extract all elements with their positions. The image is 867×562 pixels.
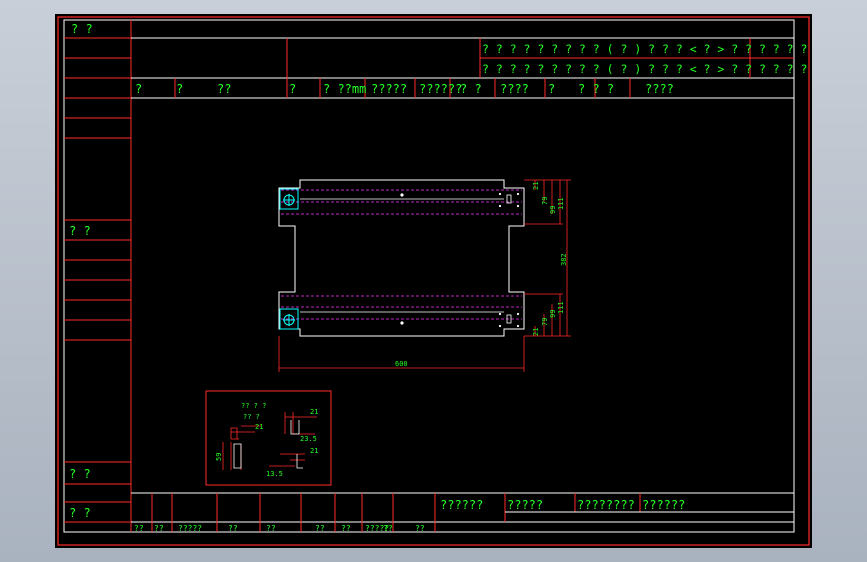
dim-right-top-1: 79	[541, 197, 549, 205]
drawing-sheet: ? ? ? ? ? ? ? ? ? ? ? ? ? ? ? ? ? ( ? ) …	[55, 14, 812, 548]
detail-dim-f: 13.5	[266, 470, 283, 478]
title-block-title-3: ??????	[642, 498, 685, 512]
part-drawing: 600 382 217999 111217999 111	[278, 179, 571, 372]
detail-dim-a: 21	[255, 423, 263, 431]
title-block-title-1: ?????	[507, 498, 543, 512]
title-block-cell-1: ??	[154, 524, 164, 533]
dim-right-top-2: 99	[549, 206, 557, 214]
header-label-6: ??????	[419, 82, 462, 96]
dim-total-height: 382	[560, 253, 568, 266]
header-label-0: ?	[135, 82, 142, 96]
left-strip-mid-label: ? ?	[69, 224, 91, 238]
revision-row-2: ? ? ? ? ? ? ? ? ? ( ? ) ? ? ? < ? > ? ? …	[482, 62, 812, 76]
detail-dim-c: 21	[310, 408, 318, 416]
detail-dim-d: 23.5	[300, 435, 317, 443]
detail-subtitle: ?? ?	[243, 413, 260, 421]
title-block-cell-4: ??	[266, 524, 276, 533]
inner-frame	[63, 19, 795, 533]
header-label-8: ????	[500, 82, 529, 96]
title-block-cell-3: ??	[228, 524, 238, 533]
header-label-11: ????	[645, 82, 674, 96]
header-label-3: ?	[289, 82, 296, 96]
title-block-cell-6: ??	[341, 524, 351, 533]
title-block-cells: ??????????????????????????	[134, 493, 436, 533]
detail-dim-e: 21	[310, 447, 318, 455]
cad-drawing: ? ? ? ? ? ? ? ? ? ? ? ? ? ? ? ? ? ( ? ) …	[57, 16, 812, 546]
detail-view: ?? ? ? ?? ? 21 59 21 23.5 21 13.5	[205, 390, 332, 486]
header-label-5: ?????	[371, 82, 407, 96]
dim-right-top-3: 111	[557, 197, 565, 210]
dim-right-bottom-2: 99	[549, 310, 557, 318]
dim-right-bottom-3: 111	[557, 301, 565, 314]
dim-right-bottom-1: 79	[541, 318, 549, 326]
header-label-9: ?	[548, 82, 555, 96]
frame-outline	[278, 179, 525, 337]
dimension-lines	[278, 179, 571, 372]
left-strip-bottom2-label: ? ?	[69, 506, 91, 520]
title-block-title-2: ????????	[577, 498, 635, 512]
title-block-cell-8: ??	[383, 524, 393, 533]
header-label-7: ? ?	[460, 82, 482, 96]
rail-lines	[300, 198, 504, 313]
header-label-row: ?????? ??mm???????????? ??????? ? ?????	[135, 82, 674, 96]
dim-right-top-0: 21	[532, 182, 540, 190]
title-block-cell-2: ?????	[178, 524, 202, 533]
detail-dim-b: 59	[215, 453, 223, 461]
detail-title: ?? ? ?	[241, 402, 266, 410]
dim-right-bottom-0: 21	[532, 328, 540, 336]
outer-frame	[57, 16, 810, 546]
title-block-cell-9: ??	[415, 524, 425, 533]
title-block-cell-0: ??	[134, 524, 144, 533]
header-label-1: ?	[176, 82, 183, 96]
header-label-10: ? ? ?	[578, 82, 614, 96]
title-block-titles: ?????????????????????????	[440, 498, 685, 512]
header-label-4: ? ??mm	[323, 82, 366, 96]
title-block-cell-5: ??	[315, 524, 325, 533]
header-label-2: ??	[217, 82, 231, 96]
hidden-lines	[281, 189, 522, 320]
title-block-title-0: ??????	[440, 498, 483, 512]
dim-overall-width: 600	[395, 360, 408, 368]
left-strip-top-label: ? ?	[71, 22, 93, 36]
left-strip	[64, 20, 132, 532]
left-strip-bottom1-label: ? ?	[69, 467, 91, 481]
revision-row-1: ? ? ? ? ? ? ? ? ? ( ? ) ? ? ? < ? > ? ? …	[482, 42, 812, 56]
